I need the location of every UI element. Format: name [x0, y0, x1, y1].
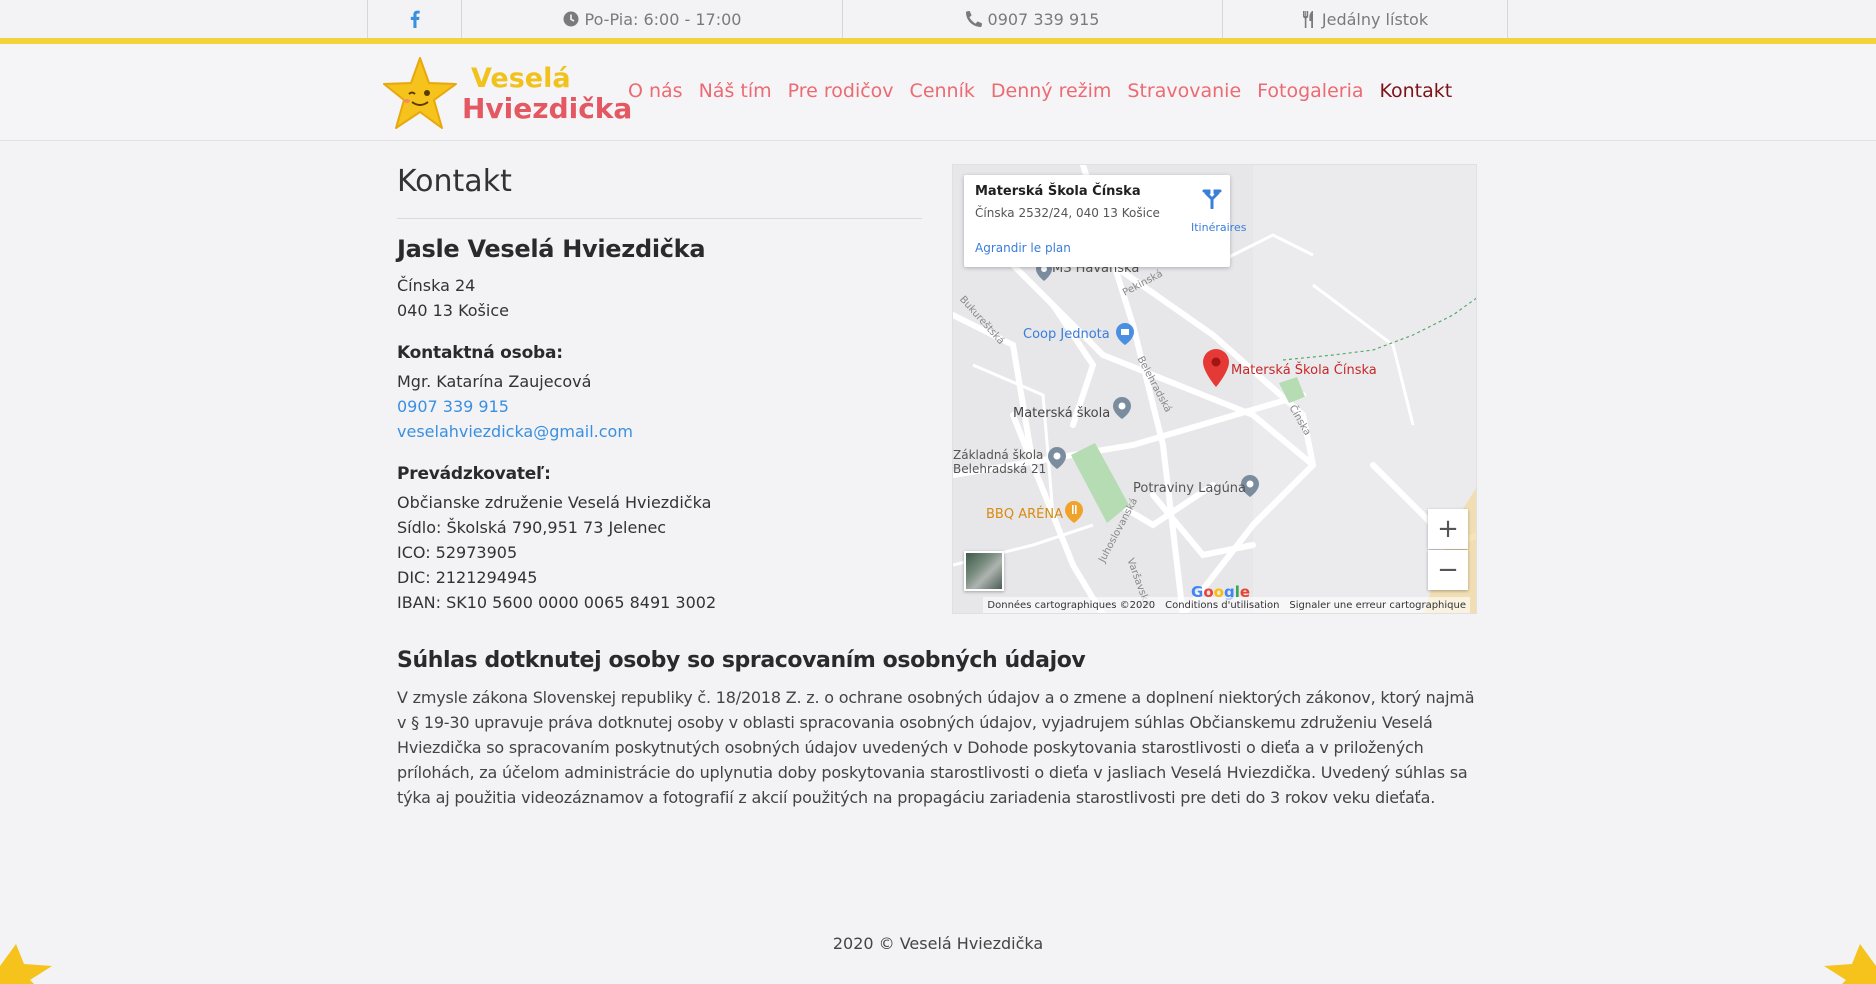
opening-hours-text: Po-Pia: 6:00 - 17:00 — [584, 9, 742, 29]
consent-title: Súhlas dotknutej osoby so spracovaním os… — [397, 648, 1086, 673]
contact-phone-link[interactable]: 0907 339 915 — [397, 394, 927, 419]
main-nav: O nás Náš tím Pre rodičov Cenník Denný r… — [628, 80, 1452, 102]
phone-text: 0907 339 915 — [987, 9, 1100, 29]
satellite-toggle[interactable] — [964, 551, 1004, 591]
location-marker-icon[interactable] — [1203, 349, 1229, 387]
restaurant-pin-icon[interactable] — [1065, 501, 1083, 523]
clock-icon — [563, 11, 579, 27]
school-pin-icon[interactable] — [1113, 397, 1131, 419]
zoom-out-button[interactable]: − — [1428, 550, 1468, 590]
menu-text: Jedálny lístok — [1321, 9, 1429, 29]
star-decoration-icon — [0, 944, 52, 984]
operator-line: IBAN: SK10 5600 0000 0065 8491 3002 — [397, 593, 717, 612]
org-name: Jasle Veselá Hviezdička — [397, 235, 706, 263]
zoom-in-button[interactable]: + — [1428, 509, 1468, 549]
directions-link[interactable]: Itinéraires — [1191, 221, 1246, 234]
map-label-zakladna-line1: Základná škola — [953, 448, 1044, 462]
logo-line2: Hviezdička — [462, 92, 633, 125]
operator-line: DIC: 2121294945 — [397, 568, 538, 587]
google-map[interactable]: MŠ Havanská Coop Jednota Materská Škola … — [952, 164, 1477, 614]
map-label-zakladna-line2: Belehradská 21 — [953, 462, 1047, 476]
contact-section: Kontakt Jasle Veselá Hviezdička Čínska 2… — [397, 164, 927, 615]
map-label-bbq: BBQ ARÉNA — [986, 507, 1063, 522]
phone-icon — [965, 11, 982, 27]
shopping-pin-icon[interactable] — [1116, 323, 1134, 345]
logo-text: Veselá Hviezdička — [462, 64, 632, 124]
map-terms-link[interactable]: Conditions d'utilisation — [1165, 600, 1279, 611]
star-mascot-icon — [383, 57, 457, 129]
address-line: 040 13 Košice — [397, 301, 509, 320]
map-info-card: Materská Škola Čínska Čínska 2532/24, 04… — [964, 175, 1246, 267]
nav-item-denny-rezim[interactable]: Denný režim — [991, 80, 1112, 102]
operator-line: Občianske združenie Veselá Hviezdička — [397, 493, 712, 512]
operator-heading: Prevádzkovateľ: — [397, 464, 551, 484]
operator-line: Sídlo: Školská 790,951 73 Jelenec — [397, 518, 667, 537]
page-title: Kontakt — [397, 164, 512, 199]
map-data-credit: Données cartographiques ©2020 — [987, 599, 1156, 611]
site-footer: 2020 © Veselá Hviezdička — [832, 934, 1044, 953]
contact-email-link[interactable]: veselahviezdicka@gmail.com — [397, 419, 927, 444]
map-report-link[interactable]: Signaler une erreur cartographique — [1289, 600, 1466, 611]
nav-item-cennik[interactable]: Cenník — [910, 80, 975, 102]
map-label-marker: Materská Škola Čínska — [1231, 363, 1377, 378]
contact-person-heading: Kontaktná osoba: — [397, 343, 563, 363]
cutlery-icon — [1302, 10, 1313, 28]
site-header: Veselá Hviezdička O nás Náš tím Pre rodi… — [0, 44, 1876, 141]
top-bar: Po-Pia: 6:00 - 17:00 0907 339 915 Jedáln… — [0, 0, 1876, 38]
facebook-link[interactable] — [367, 0, 461, 38]
map-label-zakladna: Základná škola Belehradská 21 — [953, 448, 1046, 476]
nav-item-o-nas[interactable]: O nás — [628, 80, 683, 102]
map-place-name: Materská Škola Čínska — [975, 184, 1141, 199]
address-line: Čínska 24 — [397, 276, 476, 295]
site-logo[interactable]: Veselá Hviezdička — [382, 56, 632, 132]
directions-icon[interactable] — [1201, 187, 1223, 209]
operator-line: ICO: 52973905 — [397, 543, 518, 562]
logo-line1: Veselá — [471, 63, 571, 94]
nav-item-kontakt[interactable]: Kontakt — [1380, 80, 1453, 102]
title-divider — [397, 218, 922, 219]
map-place-address: Čínska 2532/24, 040 13 Košice — [975, 206, 1160, 220]
contact-person-name: Mgr. Katarína Zaujecová — [397, 372, 592, 391]
school-pin-icon[interactable] — [1048, 447, 1066, 469]
nav-item-pre-rodicov[interactable]: Pre rodičov — [788, 80, 894, 102]
nav-item-fotogaleria[interactable]: Fotogaleria — [1257, 80, 1363, 102]
map-label-potraviny: Potraviny Lagúna — [1133, 481, 1247, 496]
map-label-coop: Coop Jednota — [1023, 327, 1110, 342]
nav-item-stravovanie[interactable]: Stravovanie — [1127, 80, 1241, 102]
star-decoration-icon — [1824, 944, 1876, 984]
enlarge-map-link[interactable]: Agrandir le plan — [975, 241, 1071, 255]
facebook-icon[interactable] — [410, 10, 420, 28]
opening-hours: Po-Pia: 6:00 - 17:00 — [461, 0, 842, 38]
consent-section: Súhlas dotknutej osoby so spracovaním os… — [397, 648, 1477, 810]
map-attribution: Données cartographiques ©2020 Conditions… — [983, 597, 1470, 613]
menu-link[interactable]: Jedálny lístok — [1222, 0, 1508, 38]
consent-text: V zmysle zákona Slovenskej republiky č. … — [397, 688, 1475, 807]
map-label-materska: Materská škola — [1013, 406, 1111, 421]
phone-link[interactable]: 0907 339 915 — [842, 0, 1222, 38]
nav-item-nas-tim[interactable]: Náš tím — [699, 80, 772, 102]
